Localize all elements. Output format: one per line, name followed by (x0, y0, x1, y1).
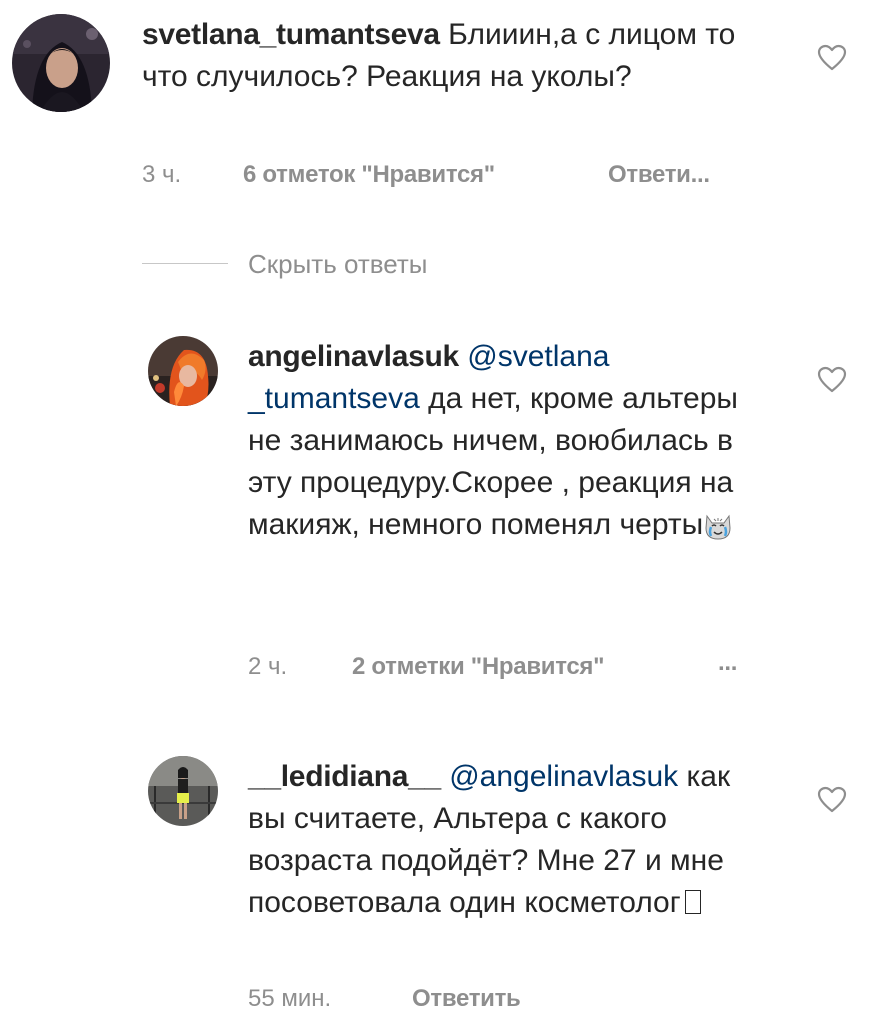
likes-count[interactable]: 6 отметок "Нравится" (243, 160, 495, 190)
comment-meta: 2 ч. 2 отметки "Нравится" ... (248, 649, 768, 682)
avatar[interactable] (12, 14, 110, 112)
more-options-button[interactable]: ... (718, 648, 737, 678)
username-link[interactable]: angelinavlasuk (248, 340, 459, 373)
comment-meta: 3 ч. 6 отметок "Нравится" Ответи... (142, 160, 782, 190)
comment-body: angelinavlasuk @svetlana _tumantseva да … (248, 336, 778, 554)
likes-count[interactable]: 2 отметки "Нравится" (352, 652, 605, 682)
heart-icon[interactable] (817, 366, 847, 394)
reply-button[interactable]: Ответить (412, 984, 521, 1014)
hide-replies-label: Скрыть ответы (248, 249, 428, 279)
divider-line (142, 263, 228, 264)
avatar[interactable] (148, 756, 218, 826)
heart-icon[interactable] (817, 786, 847, 814)
username-link[interactable]: svetlana_tumantseva (142, 18, 440, 51)
comments-thread: svetlana_tumantseva Блииин,а с лицом то … (0, 0, 871, 1024)
heart-icon[interactable] (817, 44, 847, 72)
mention-link[interactable]: @angelinavlasuk (449, 760, 678, 793)
avatar[interactable] (148, 336, 218, 406)
username-link[interactable]: __ledidiana__ (248, 760, 441, 793)
timestamp: 55 мин. (248, 985, 332, 1012)
timestamp: 2 ч. (248, 653, 288, 680)
comment-body: __ledidiana__ @angelinavlasuk как вы счи… (248, 756, 768, 924)
crying-cat-emoji (703, 510, 733, 554)
missing-glyph-icon (684, 890, 701, 914)
comment-body: svetlana_tumantseva Блииин,а с лицом то … (142, 14, 782, 98)
reply-button[interactable]: Ответи... (608, 160, 710, 190)
timestamp: 3 ч. (142, 161, 182, 188)
comment-meta: 55 мин. Ответить (248, 984, 768, 1014)
